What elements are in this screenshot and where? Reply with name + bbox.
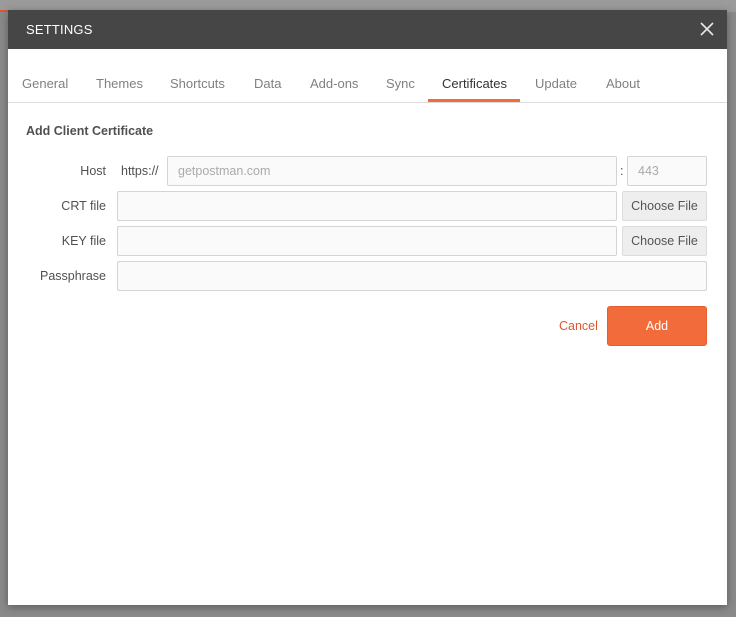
dialog-title: SETTINGS bbox=[26, 22, 93, 37]
host-input[interactable] bbox=[167, 156, 617, 186]
tab-certificates[interactable]: Certificates bbox=[442, 76, 507, 91]
passphrase-input[interactable] bbox=[117, 261, 707, 291]
close-button[interactable] bbox=[697, 19, 717, 39]
settings-tabs: General Themes Shortcuts Data Add-ons Sy… bbox=[8, 49, 727, 103]
passphrase-label: Passphrase bbox=[39, 269, 106, 283]
tab-themes[interactable]: Themes bbox=[96, 76, 143, 91]
settings-dialog: SETTINGS General Themes Shortcuts Data A… bbox=[8, 10, 727, 605]
tab-update[interactable]: Update bbox=[535, 76, 577, 91]
key-file-input[interactable] bbox=[117, 226, 617, 256]
tab-shortcuts[interactable]: Shortcuts bbox=[170, 76, 225, 91]
key-file-label: KEY file bbox=[61, 234, 106, 248]
tab-about[interactable]: About bbox=[606, 76, 640, 91]
close-icon bbox=[700, 22, 714, 36]
crt-file-input[interactable] bbox=[117, 191, 617, 221]
port-input[interactable] bbox=[627, 156, 707, 186]
host-label: Host bbox=[80, 164, 106, 178]
key-choose-file-button[interactable]: Choose File bbox=[622, 226, 707, 256]
active-tab-indicator bbox=[428, 99, 520, 102]
port-separator: : bbox=[620, 164, 624, 178]
dialog-titlebar: SETTINGS bbox=[8, 10, 727, 49]
tab-add-ons[interactable]: Add-ons bbox=[310, 76, 358, 91]
tab-general[interactable]: General bbox=[22, 76, 68, 91]
tab-data[interactable]: Data bbox=[254, 76, 281, 91]
section-title: Add Client Certificate bbox=[26, 124, 154, 138]
crt-choose-file-button[interactable]: Choose File bbox=[622, 191, 707, 221]
host-protocol-prefix: https:// bbox=[121, 164, 159, 178]
add-button[interactable]: Add bbox=[607, 306, 707, 346]
tab-sync[interactable]: Sync bbox=[386, 76, 415, 91]
crt-file-label: CRT file bbox=[61, 199, 106, 213]
cancel-button[interactable]: Cancel bbox=[559, 319, 598, 333]
